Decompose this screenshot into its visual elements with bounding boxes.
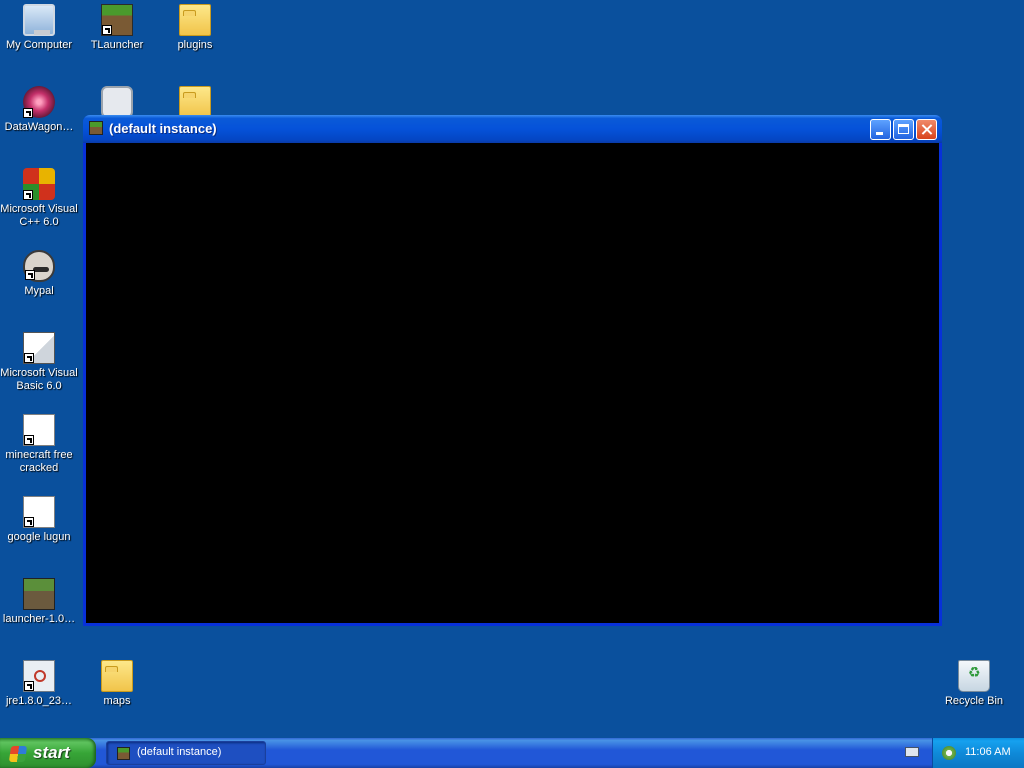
shortcut-arrow-icon	[23, 108, 33, 118]
cube-app-icon	[101, 86, 133, 118]
folder-icon	[101, 660, 133, 692]
network-icon[interactable]	[942, 746, 956, 760]
java-installer-icon	[23, 660, 55, 692]
desktop-icon-launcher[interactable]: launcher-1.0…	[0, 576, 78, 626]
windows-logo-icon	[8, 746, 28, 762]
desktop-icon-label: jre1.8.0_23…	[5, 695, 73, 707]
folder-icon	[179, 86, 211, 118]
desktop-icon-datawagon[interactable]: DataWagon…	[0, 84, 78, 134]
desktop-icon-recycle-bin[interactable]: Recycle Bin	[935, 658, 1013, 708]
shortcut-arrow-icon	[25, 270, 35, 280]
desktop-icon-label: plugins	[177, 39, 213, 51]
app-window[interactable]: (default instance)	[83, 115, 942, 626]
taskbar-item-default-instance[interactable]: (default instance)	[106, 741, 266, 765]
taskbar-item-label: (default instance)	[137, 746, 222, 758]
desktop-icon-label: My Computer	[5, 39, 73, 51]
window-title: (default instance)	[109, 121, 217, 136]
recycle-bin-icon	[958, 660, 990, 692]
keyboard-icon[interactable]	[905, 747, 919, 757]
desktop-icon-visual-cpp[interactable]: Microsoft Visual C++ 6.0	[0, 166, 78, 229]
desktop-icon-label: TLauncher	[90, 39, 144, 51]
desktop-icon-visual-basic[interactable]: Microsoft Visual Basic 6.0	[0, 330, 78, 393]
desktop-icon-label: Recycle Bin	[944, 695, 1004, 707]
desktop-icon-jre[interactable]: jre1.8.0_23…	[0, 658, 78, 708]
close-button[interactable]	[916, 119, 937, 140]
desktop-icon-label: google lugun	[7, 531, 71, 543]
maximize-button[interactable]	[893, 119, 914, 140]
shortcut-arrow-icon	[24, 681, 34, 691]
datawagon-icon	[23, 86, 55, 118]
desktop-icon-mypal[interactable]: Mypal	[0, 248, 78, 298]
desktop-icon-plugins[interactable]: plugins	[156, 2, 234, 52]
desktop-icon-label: Microsoft Visual Basic 6.0	[0, 367, 78, 392]
beta-craft-icon	[23, 578, 55, 610]
desktop-icon-tlauncher[interactable]: TLauncher	[78, 2, 156, 52]
clock[interactable]: 11:06 AM	[965, 746, 1011, 758]
window-content-area[interactable]	[86, 143, 939, 623]
desktop-icon-google-lugun[interactable]: google lugun	[0, 494, 78, 544]
start-label: start	[33, 743, 70, 762]
visual-cpp-icon	[23, 168, 55, 200]
system-tray: 11:06 AM	[932, 738, 1024, 768]
shortcut-arrow-icon	[24, 517, 34, 527]
mypal-raccoon-icon	[23, 250, 55, 282]
taskbar: start (default instance) 11:06 AM	[0, 738, 1024, 768]
desktop-icon-label: maps	[103, 695, 131, 707]
window-titlebar[interactable]: (default instance)	[83, 115, 942, 143]
minecraft-grass-icon	[117, 747, 130, 760]
shortcut-arrow-icon	[23, 190, 33, 200]
desktop-icon-label: launcher-1.0…	[2, 613, 76, 625]
minecraft-grass-icon	[89, 121, 103, 135]
visual-basic-icon	[23, 332, 55, 364]
start-button[interactable]: start	[0, 738, 96, 768]
shortcut-arrow-icon	[24, 435, 34, 445]
desktop-icon-my-computer[interactable]: My Computer	[0, 2, 78, 52]
minimize-button[interactable]	[870, 119, 891, 140]
desktop-icon-minecraft-free-cracked[interactable]: minecraft free cracked	[0, 412, 78, 475]
desktop-icon-maps[interactable]: maps	[78, 658, 156, 708]
desktop: My Computer TLauncher plugins DataWagon……	[0, 0, 1024, 738]
desktop-icon-label: DataWagon…	[4, 121, 74, 133]
shortcut-arrow-icon	[24, 353, 34, 363]
desktop-icon-label: Mypal	[24, 285, 54, 297]
desktop-icon-label: Microsoft Visual C++ 6.0	[0, 203, 78, 228]
folder-icon	[179, 4, 211, 36]
desktop-icon-label: minecraft free cracked	[5, 449, 73, 474]
shortcut-arrow-icon	[102, 25, 112, 35]
shortcut-file-icon	[23, 496, 55, 528]
tlauncher-icon	[101, 4, 133, 36]
shortcut-file-icon	[23, 414, 55, 446]
my-computer-icon	[23, 4, 55, 36]
